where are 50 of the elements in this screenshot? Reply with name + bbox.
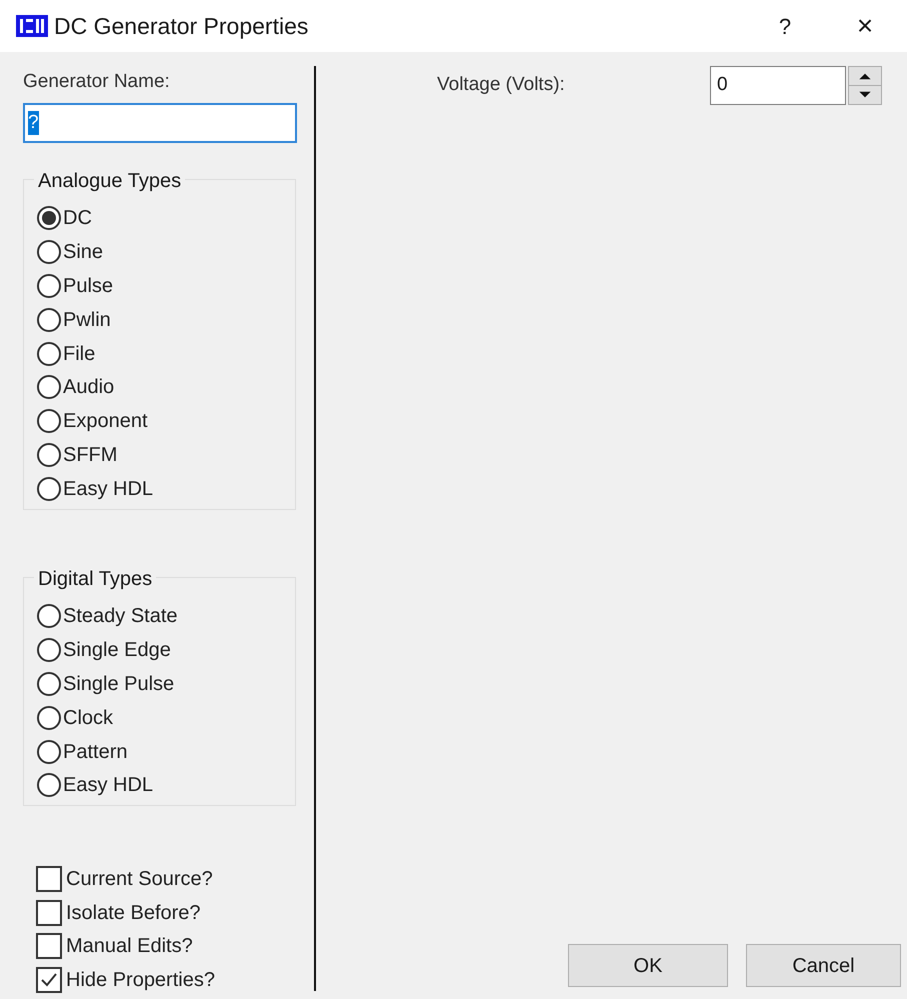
radio-button[interactable] <box>37 206 61 230</box>
radio-button[interactable] <box>37 604 61 628</box>
voltage-label: Voltage (Volts): <box>437 73 566 98</box>
radio-label: Pattern <box>63 740 128 765</box>
radio-label: Pulse <box>63 274 114 299</box>
radio-label: Easy HDL <box>63 476 154 502</box>
radio-button[interactable] <box>37 476 61 501</box>
checkbox[interactable] <box>36 933 62 960</box>
radio-label: Sine <box>63 240 104 266</box>
radio-button[interactable] <box>37 442 61 467</box>
help-button[interactable]: ? <box>765 10 805 42</box>
radio-label: Clock <box>63 706 114 731</box>
field-label: Generator Name: <box>23 70 171 94</box>
radio-label: Steady State <box>63 604 178 630</box>
app-logo-icon <box>16 15 48 37</box>
radio-button[interactable] <box>37 409 61 434</box>
check-icon <box>40 971 58 990</box>
checkbox[interactable] <box>36 967 62 994</box>
radio-button[interactable] <box>37 342 61 366</box>
radio-button[interactable] <box>37 740 61 764</box>
close-button[interactable]: × <box>845 5 885 47</box>
cancel-button[interactable]: Cancel <box>746 944 901 987</box>
radio-label: Easy HDL <box>63 773 154 798</box>
radio-button[interactable] <box>37 375 61 400</box>
radio-label: Single Pulse <box>63 672 174 697</box>
window-title: DC Generator Properties <box>54 12 308 41</box>
radio-label: SFFM <box>63 442 118 468</box>
radio-button[interactable] <box>37 308 61 332</box>
radio-button[interactable] <box>37 274 61 298</box>
radio-button[interactable] <box>37 706 61 730</box>
radio-button[interactable] <box>37 672 61 696</box>
radio-label: File <box>63 342 96 367</box>
checkbox[interactable] <box>36 900 62 926</box>
voltage-input-field[interactable]: 0 <box>710 66 846 105</box>
radio-label: Audio <box>63 375 114 400</box>
name-input-field[interactable]: ? <box>23 102 297 142</box>
radio-label: Exponent <box>63 409 148 434</box>
radio-label: Pwlin <box>63 308 111 333</box>
checkbox-label: Manual Edits? <box>66 934 193 960</box>
radio-label: Single Edge <box>63 638 171 664</box>
radio-label: DC <box>63 206 92 232</box>
radio-button[interactable] <box>37 240 61 264</box>
radio-button[interactable] <box>37 638 61 662</box>
checkbox-label: Isolate Before? <box>66 900 201 926</box>
checkbox[interactable] <box>36 866 62 892</box>
ok-button[interactable]: OK <box>568 944 728 987</box>
checkbox-label: Current Source? <box>66 867 213 892</box>
spinner-control[interactable] <box>848 66 882 105</box>
checkbox-label: Hide Properties? <box>66 968 215 994</box>
radio-button[interactable] <box>37 773 61 798</box>
